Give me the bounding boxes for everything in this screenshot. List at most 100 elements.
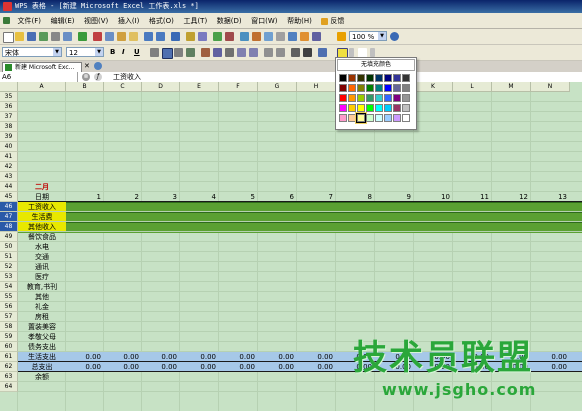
value-cell[interactable]: 0.00 [297, 362, 333, 372]
row-header[interactable]: 54 [0, 282, 18, 292]
menu-feedback[interactable]: 反馈 [318, 14, 347, 29]
row-header[interactable]: 44 [0, 182, 18, 192]
row-header[interactable]: 64 [0, 382, 18, 392]
borders-dropdown-icon[interactable] [303, 48, 312, 57]
row-header[interactable]: 52 [0, 262, 18, 272]
column-header[interactable]: A [18, 82, 66, 92]
comma-style-icon[interactable] [225, 48, 234, 57]
decrease-indent-icon[interactable] [264, 48, 273, 57]
value-cell[interactable]: 9 [375, 192, 411, 202]
row-label-cell[interactable]: 房租 [18, 312, 66, 322]
value-cell[interactable]: 0.00 [219, 362, 255, 372]
sort-ascending-icon[interactable] [213, 32, 222, 41]
menu-help[interactable]: 帮助(H) [284, 14, 315, 29]
close-icon[interactable]: ✕ [84, 62, 90, 71]
row-header[interactable]: 47 [0, 212, 18, 222]
value-cell[interactable]: 1 [66, 192, 101, 202]
menu-file[interactable]: 文件(F) [15, 14, 45, 29]
color-swatch[interactable] [357, 84, 365, 92]
value-cell[interactable]: 0.00 [180, 362, 216, 372]
color-swatch[interactable] [402, 104, 410, 112]
row-label-cell[interactable]: 生活费 [18, 212, 66, 222]
color-swatch[interactable] [348, 104, 356, 112]
color-swatch[interactable] [339, 104, 347, 112]
menu-edit[interactable]: 编辑(E) [48, 14, 78, 29]
value-cell[interactable]: 3 [142, 192, 177, 202]
row-label-cell[interactable]: 余额 [18, 372, 66, 382]
select-all-corner[interactable] [0, 82, 18, 92]
row-label-cell[interactable]: 置装美容 [18, 322, 66, 332]
menu-window[interactable]: 窗口(W) [248, 14, 280, 29]
row-label-cell[interactable]: 日期 [18, 192, 66, 202]
row-header[interactable]: 50 [0, 242, 18, 252]
row-header[interactable]: 36 [0, 102, 18, 112]
menu-data[interactable]: 数据(D) [214, 14, 245, 29]
row-header[interactable]: 63 [0, 372, 18, 382]
document-tab[interactable]: 新建 Microsoft Exc... [2, 62, 82, 72]
align-right-icon[interactable] [174, 48, 183, 57]
color-swatch[interactable] [384, 104, 392, 112]
row-header[interactable]: 46 [0, 202, 18, 212]
color-swatch[interactable] [393, 104, 401, 112]
mail-icon[interactable] [39, 32, 48, 41]
drawing-icon[interactable] [252, 32, 261, 41]
row-header[interactable]: 39 [0, 132, 18, 142]
row-label-cell[interactable]: 总支出 [18, 362, 66, 372]
underline-button[interactable]: U [134, 47, 140, 58]
value-cell[interactable]: 0.00 [219, 352, 255, 362]
value-cell[interactable]: 4 [180, 192, 216, 202]
font-color-dropdown-icon[interactable] [370, 48, 375, 57]
color-swatch[interactable] [393, 74, 401, 82]
row-header[interactable]: 37 [0, 112, 18, 122]
print-preview-icon[interactable] [63, 32, 72, 41]
column-header[interactable]: E [180, 82, 219, 92]
row-label-cell[interactable]: 通讯 [18, 262, 66, 272]
insert-icon[interactable] [300, 32, 309, 41]
row-header[interactable]: 41 [0, 152, 18, 162]
cut-icon[interactable] [93, 32, 102, 41]
color-swatch[interactable] [357, 94, 365, 102]
color-swatch[interactable] [366, 84, 374, 92]
value-cell[interactable]: 0.00 [531, 352, 567, 362]
value-cell[interactable]: 5 [219, 192, 255, 202]
open-icon[interactable] [15, 32, 24, 41]
color-swatch[interactable] [366, 104, 374, 112]
row-header[interactable]: 56 [0, 302, 18, 312]
cancel-icon[interactable]: ⊗ [82, 73, 90, 81]
merge-center-icon[interactable] [186, 48, 195, 57]
autosum-icon[interactable] [186, 32, 195, 41]
row-label-cell[interactable]: 二月 [18, 182, 66, 192]
row-label-cell[interactable]: 孝敬父母 [18, 332, 66, 342]
row-header[interactable]: 62 [0, 362, 18, 372]
value-cell[interactable]: 7 [297, 192, 333, 202]
color-swatch[interactable] [357, 104, 365, 112]
value-cell[interactable]: 8 [336, 192, 372, 202]
color-swatch[interactable] [356, 113, 366, 123]
color-swatch[interactable] [402, 74, 410, 82]
currency-icon[interactable] [201, 48, 210, 57]
color-swatch[interactable] [339, 74, 347, 82]
row-header[interactable]: 51 [0, 252, 18, 262]
color-swatch[interactable] [348, 94, 356, 102]
row-label-cell[interactable]: 水电 [18, 242, 66, 252]
column-header[interactable]: K [414, 82, 453, 92]
value-cell[interactable]: 0.00 [104, 362, 139, 372]
copy-icon[interactable] [105, 32, 114, 41]
color-swatch[interactable] [393, 94, 401, 102]
value-cell[interactable]: 0.00 [66, 352, 101, 362]
zoom-select[interactable]: 100 % ▼ [349, 31, 387, 41]
value-cell[interactable]: 0.00 [104, 352, 139, 362]
value-cell[interactable]: 10 [414, 192, 450, 202]
row-header[interactable]: 42 [0, 162, 18, 172]
chart-icon[interactable] [240, 32, 249, 41]
row-label-cell[interactable]: 生活支出 [18, 352, 66, 362]
color-swatch[interactable] [348, 84, 356, 92]
value-cell[interactable]: 0.00 [297, 352, 333, 362]
row-header[interactable]: 49 [0, 232, 18, 242]
row-header[interactable]: 38 [0, 122, 18, 132]
color-swatch[interactable] [366, 74, 374, 82]
value-cell[interactable]: 2 [104, 192, 139, 202]
row-label-cell[interactable]: 其他 [18, 292, 66, 302]
table-icon[interactable] [276, 32, 285, 41]
value-cell[interactable]: 0.00 [531, 362, 567, 372]
